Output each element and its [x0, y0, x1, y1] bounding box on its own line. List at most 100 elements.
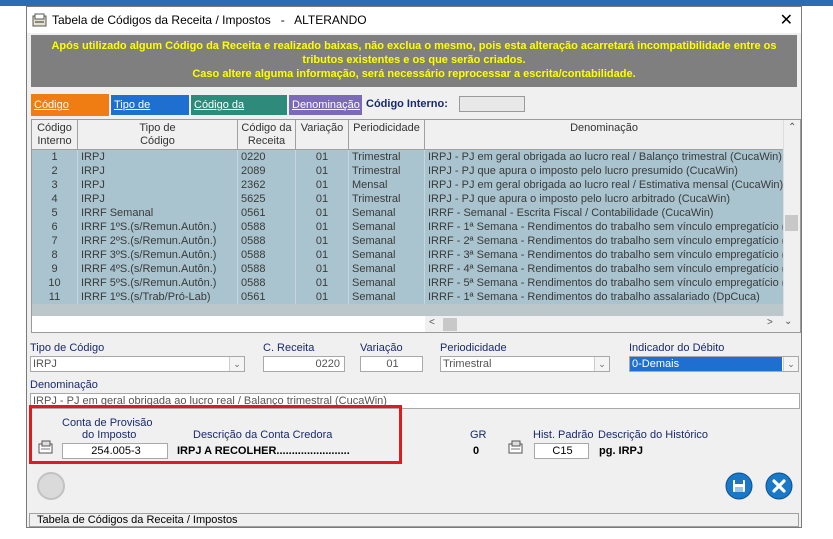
- cell-tipo-codigo: IRPJ: [78, 192, 238, 206]
- cell-variacao: 01: [296, 178, 349, 192]
- cell-denominacao: IRRF - 5ª Semana - Rendimentos do trabal…: [425, 276, 784, 290]
- cell-periodicidade: Semanal: [349, 220, 425, 234]
- main-window: Tabela de Códigos da Receita / Impostos …: [26, 6, 802, 528]
- table-row[interactable]: 8 IRRF 3ºS.(s/Remun.Autôn.) 0588 01 Semanal I…: [32, 248, 784, 262]
- chevron-down-icon[interactable]: ⌄: [229, 357, 244, 371]
- close-icon[interactable]: ✕: [780, 10, 793, 30]
- col-header-codigo-interno[interactable]: Código Interno: [32, 120, 78, 150]
- chevron-down-icon[interactable]: ⌄: [594, 357, 609, 371]
- c-receita-input[interactable]: 0220: [263, 356, 345, 372]
- table-row[interactable]: 5 IRRF Semanal 0561 01 Semanal IRRF - Semanal…: [32, 206, 784, 220]
- lookup-icon[interactable]: [37, 439, 55, 455]
- cell-codigo-interno: 2: [32, 164, 78, 178]
- cell-variacao: 01: [296, 276, 349, 290]
- app-icon: [32, 13, 47, 27]
- indicador-debito-select[interactable]: 0-Demais ⌄: [629, 356, 799, 372]
- codes-grid: Código Interno Tipo de Código Código da Rec…: [31, 119, 801, 333]
- tab-denominacao[interactable]: Denominação: [289, 95, 362, 115]
- status-text: Tabela de Códigos da Receita / Impostos: [37, 514, 238, 526]
- cell-codigo-receita: 0588: [238, 262, 296, 276]
- cell-denominacao: IRRF - 2ª Semana - Rendimentos do trabal…: [425, 234, 784, 248]
- lookup-icon[interactable]: [507, 439, 525, 455]
- tab-tipo-de-codigo[interactable]: Tipo de Código: [111, 95, 189, 131]
- desc-historico-label: Descrição do Histórico: [598, 429, 709, 441]
- cell-tipo-codigo: IRRF 4ºS.(s/Remun.Autôn.): [78, 262, 238, 276]
- status-bar: Tabela de Códigos da Receita / Impostos: [29, 513, 799, 527]
- table-row[interactable]: 11 IRRF 1ºS.(s/Trab/Pró-Lab) 0561 01 Semanal…: [32, 290, 784, 304]
- horizontal-scrollbar[interactable]: < > ⌄: [425, 316, 800, 332]
- cell-codigo-receita: 0588: [238, 248, 296, 262]
- table-row[interactable]: 2 IRPJ 2089 01 Trimestral IRPJ - PJ que apura…: [32, 164, 784, 178]
- save-button[interactable]: [725, 472, 753, 500]
- table-row[interactable]: 10 IRRF 5ºS.(s/Remun.Autôn.) 0588 01 Semanal…: [32, 276, 784, 290]
- cell-denominacao: IRPJ - PJ em geral obrigada ao lucro rea…: [425, 150, 784, 164]
- gr-label: GR: [470, 429, 487, 441]
- col-header-variacao[interactable]: Variação: [296, 120, 349, 150]
- scroll-down-icon[interactable]: ⌄: [784, 316, 792, 327]
- conta-provisao-label: Conta de Provisão: [62, 417, 153, 429]
- gr-value: 0: [473, 445, 480, 457]
- cell-denominacao: IRRF - 3ª Semana - Rendimentos do trabal…: [425, 248, 784, 262]
- cell-periodicidade: Trimestral: [349, 192, 425, 206]
- variacao-input[interactable]: 01: [360, 356, 423, 372]
- table-row[interactable]: 6 IRRF 1ºS.(s/Remun.Autôn.) 0588 01 Semanal I…: [32, 220, 784, 234]
- desc-conta-credora-value: IRPJ A RECOLHER........................: [177, 445, 350, 457]
- cell-codigo-interno: 3: [32, 178, 78, 192]
- col-header-codigo-receita[interactable]: Código da Receita: [238, 120, 296, 150]
- cell-periodicidade: Semanal: [349, 290, 425, 304]
- cell-variacao: 01: [296, 206, 349, 220]
- warning-line-3: Caso altere alguma informação, será nece…: [192, 68, 636, 80]
- cell-periodicidade: Trimestral: [349, 164, 425, 178]
- variacao-label: Variação: [360, 342, 403, 354]
- horizontal-scroll-thumb[interactable]: [443, 318, 457, 331]
- status-indicator-icon: [37, 472, 65, 500]
- table-row[interactable]: 1 IRPJ 0220 01 Trimestral IRPJ - PJ em geral …: [32, 150, 784, 164]
- tipo-codigo-select[interactable]: IRPJ ⌄: [30, 356, 245, 372]
- cell-codigo-receita: 0561: [238, 206, 296, 220]
- cell-codigo-receita: 2089: [238, 164, 296, 178]
- table-row[interactable]: 4 IRPJ 5625 01 Trimestral IRPJ - PJ que apura…: [32, 192, 784, 206]
- periodicidade-select[interactable]: Trimestral ⌄: [440, 356, 610, 372]
- table-row[interactable]: 3 IRPJ 2362 01 Mensal IRPJ - PJ em geral obri…: [32, 178, 784, 192]
- hist-padrao-input[interactable]: C15: [534, 443, 589, 459]
- cell-codigo-interno: 5: [32, 206, 78, 220]
- cell-codigo-receita: 2362: [238, 178, 296, 192]
- cell-periodicidade: Semanal: [349, 248, 425, 262]
- cell-codigo-interno: 10: [32, 276, 78, 290]
- cell-codigo-receita: 0561: [238, 290, 296, 304]
- cell-codigo-interno: 7: [32, 234, 78, 248]
- codigo-interno-input[interactable]: [459, 96, 525, 112]
- cell-periodicidade: Semanal: [349, 262, 425, 276]
- table-row[interactable]: 7 IRRF 2ºS.(s/Remun.Autôn.) 0588 01 Semanal I…: [32, 234, 784, 248]
- cell-tipo-codigo: IRPJ: [78, 164, 238, 178]
- indicador-debito-label: Indicador do Débito: [629, 342, 725, 354]
- cell-tipo-codigo: IRRF 3ºS.(s/Remun.Autôn.): [78, 248, 238, 262]
- denominacao-label: Denominação: [30, 379, 98, 391]
- col-header-tipo-codigo[interactable]: Tipo de Código: [78, 120, 238, 150]
- table-row[interactable]: 9 IRRF 4ºS.(s/Remun.Autôn.) 0588 01 Semanal I…: [32, 262, 784, 276]
- grid-header: Código Interno Tipo de Código Código da Rec…: [32, 120, 784, 150]
- conta-provisao-input[interactable]: 254.005-3: [62, 443, 168, 459]
- window-title: Tabela de Códigos da Receita / Impostos …: [52, 13, 367, 27]
- cell-variacao: 01: [296, 234, 349, 248]
- cancel-button[interactable]: [765, 472, 793, 500]
- vertical-scroll-thumb[interactable]: [785, 215, 798, 231]
- scroll-right-icon[interactable]: >: [767, 317, 773, 328]
- cell-variacao: 01: [296, 290, 349, 304]
- cell-codigo-receita: 0588: [238, 220, 296, 234]
- cell-codigo-receita: 5625: [238, 192, 296, 206]
- scroll-left-icon[interactable]: <: [429, 317, 435, 328]
- tab-codigo-interno[interactable]: Código Interno: [31, 94, 109, 133]
- vertical-scrollbar[interactable]: ⌃: [783, 120, 800, 318]
- col-header-denominacao[interactable]: Denominação: [425, 120, 784, 150]
- cell-tipo-codigo: IRPJ: [78, 178, 238, 192]
- col-header-periodicidade[interactable]: Periodicidade: [349, 120, 425, 150]
- scroll-up-icon[interactable]: ⌃: [788, 122, 796, 133]
- cell-denominacao: IRRF - 4ª Semana - Rendimentos do trabal…: [425, 262, 784, 276]
- cell-periodicidade: Semanal: [349, 234, 425, 248]
- chevron-down-icon[interactable]: ⌄: [783, 357, 798, 371]
- cell-codigo-interno: 11: [32, 290, 78, 304]
- tipo-codigo-label: Tipo de Código: [30, 342, 105, 354]
- cell-tipo-codigo: IRRF 5ºS.(s/Remun.Autôn.): [78, 276, 238, 290]
- tab-codigo-da-receita[interactable]: Código da Receita: [191, 95, 287, 131]
